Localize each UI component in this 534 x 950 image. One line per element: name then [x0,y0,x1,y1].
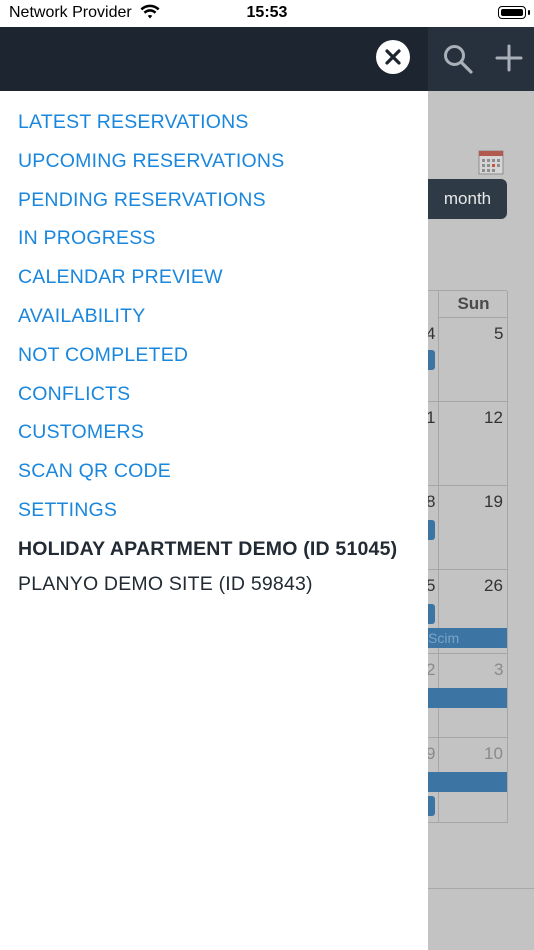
menu-item-customers[interactable]: CUSTOMERS [18,419,418,458]
sunday-header: Sun [438,291,508,318]
event-bar [428,796,435,816]
event-bar [428,772,507,792]
calendar-grid: Sun 4 5 1 12 8 19 5 26 Scim 2 3 9 10 [428,290,508,823]
search-button[interactable] [442,43,474,80]
app-header [0,27,534,91]
event-bar: Scim [428,628,507,648]
menu-item-latest-reservations[interactable]: LATEST RESERVATIONS [18,109,418,148]
close-icon [385,49,401,65]
side-menu-drawer: LATEST RESERVATIONS UPCOMING RESERVATION… [0,91,428,950]
calendar-day: 12 [484,408,503,427]
menu-item-pending-reservations[interactable]: PENDING RESERVATIONS [18,187,418,226]
calendar-day: 26 [484,576,503,595]
clock: 15:53 [246,4,288,21]
menu-item-scan-qr-code[interactable]: SCAN QR CODE [18,458,418,497]
menu-item-not-completed[interactable]: NOT COMPLETED [18,342,418,381]
event-bar [428,688,507,708]
calendar-day: 10 [484,744,503,763]
site-item-switch[interactable]: PLANYO DEMO SITE (ID 59843) [18,569,418,600]
battery-icon [498,6,530,19]
month-view-button: month [428,179,507,219]
plus-icon [495,44,523,72]
add-button[interactable] [495,43,523,78]
menu-item-availability[interactable]: AVAILABILITY [18,303,418,342]
menu-item-settings[interactable]: SETTINGS [18,497,418,536]
event-bar [428,350,435,370]
search-icon [444,45,473,74]
status-bar: Network Provider 15:53 [0,0,534,27]
calendar-day: 2 [428,660,436,679]
close-menu-button[interactable] [376,40,410,74]
main-menu: LATEST RESERVATIONS UPCOMING RESERVATION… [18,109,418,600]
menu-item-upcoming-reservations[interactable]: UPCOMING RESERVATIONS [18,148,418,187]
calendar-day: 1 [428,408,436,427]
event-bar [428,520,435,540]
calendar-day: 8 [428,492,436,511]
calendar-day: 9 [428,744,436,763]
menu-item-calendar-preview[interactable]: CALENDAR PREVIEW [18,264,418,303]
calendar-icon [478,150,504,175]
event-label: Scim [428,630,460,646]
menu-item-in-progress[interactable]: IN PROGRESS [18,225,418,264]
calendar-day: 19 [484,492,503,511]
event-bar [428,604,435,624]
calendar-day: 4 [428,324,436,343]
site-item-current[interactable]: HOLIDAY APARTMENT DEMO (ID 51045) [18,534,418,565]
calendar-day: 5 [494,324,504,343]
background-calendar-page: month Sun 4 5 1 12 8 19 5 26 Scim 2 3 9 … [428,91,534,950]
calendar-day: 5 [428,576,436,595]
menu-item-conflicts[interactable]: CONFLICTS [18,381,418,420]
calendar-day: 3 [494,660,504,679]
